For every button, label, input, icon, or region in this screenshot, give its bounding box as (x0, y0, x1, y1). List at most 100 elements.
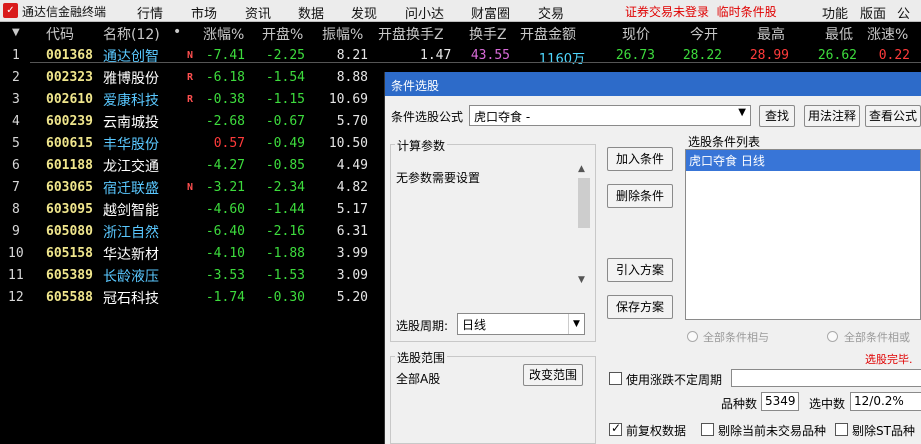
change-range-button[interactable]: 改变范围 (523, 364, 583, 386)
stock-name: 云南城投 (103, 115, 159, 131)
row-index: 7 (12, 180, 20, 195)
row-index: 8 (12, 202, 20, 217)
scroll-up-icon[interactable]: ▲ (578, 164, 585, 174)
status-condition[interactable]: 临时条件股 (717, 5, 777, 19)
delete-condition-button[interactable]: 删除条件 (607, 184, 673, 208)
change-pct: -4.60 (205, 202, 245, 217)
dialog-titlebar[interactable]: 条件选股 (385, 72, 921, 96)
col-open-amount[interactable]: 开盘金额 (520, 24, 576, 44)
open-turnover: 1.47 (420, 48, 452, 63)
menu-bar: ✓ 通达信金融终端 行情 市场 资讯 数据 发现 问小达 财富圈 交易 证券交易… (0, 0, 921, 41)
params-scrollbar[interactable]: ▲ ▼ (576, 162, 592, 287)
exclude-st-label[interactable]: 剔除ST品种 (852, 422, 915, 439)
row-index: 9 (12, 224, 20, 239)
fq-checkbox[interactable]: ✓ (609, 421, 622, 436)
menu-data[interactable]: 数据 (298, 3, 324, 22)
app-window: ✓ 通达信金融终端 行情 市场 资讯 数据 发现 问小达 财富圈 交易 证券交易… (0, 0, 921, 444)
low: 26.62 (817, 48, 857, 63)
uncertain-period-checkbox[interactable] (609, 372, 622, 385)
row-index: 4 (12, 114, 20, 129)
stock-code: 605080 (46, 224, 93, 239)
uncertain-period-label[interactable]: 使用涨跌不定周期 (626, 371, 722, 388)
scroll-down-icon[interactable]: ▼ (578, 275, 585, 285)
amplitude: 4.49 (336, 158, 368, 173)
amplitude: 8.21 (336, 48, 368, 63)
col-high[interactable]: 最高 (757, 24, 785, 44)
table-row[interactable]: 1 001368 通达创智 N -7.41 -2.25 8.21 1.47 43… (0, 45, 921, 67)
stock-code: 600615 (46, 136, 93, 151)
stock-name: 华达新材 (103, 247, 159, 263)
col-name[interactable]: 名称(12) (103, 24, 160, 44)
stock-code: 603065 (46, 180, 93, 195)
fq-label[interactable]: 前复权数据 (626, 422, 686, 439)
col-turnover[interactable]: 换手Z (469, 24, 507, 44)
stock-flag: R (187, 94, 194, 105)
change-pct: -3.53 (205, 268, 245, 283)
stock-name: 丰华股份 (103, 137, 159, 153)
menu-trade[interactable]: 交易 (538, 3, 564, 22)
condition-item[interactable]: 虎口夺食 日线 (686, 150, 920, 171)
change-pct: -1.74 (205, 290, 245, 305)
period-select[interactable]: 日线 ▼ (457, 313, 585, 335)
view-formula-button[interactable]: 查看公式 (865, 105, 921, 127)
open-pct: -0.85 (265, 158, 305, 173)
menu-layout[interactable]: 版面 (860, 3, 886, 22)
open-pct: -0.49 (265, 136, 305, 151)
col-code[interactable]: 代码 (46, 24, 74, 44)
stock-count-label: 品种数 (721, 397, 758, 411)
stock-code: 600239 (46, 114, 93, 129)
radio-and-label[interactable]: 全部条件相与 (703, 329, 769, 345)
stock-code: 001368 (46, 48, 93, 63)
change-pct: -7.41 (205, 48, 245, 63)
conditions-list[interactable]: 虎口夺食 日线 (685, 149, 921, 320)
col-price[interactable]: 现价 (622, 24, 650, 44)
stock-name: 宿迁联盛 (103, 181, 159, 197)
import-plan-button[interactable]: 引入方案 (607, 258, 673, 282)
sort-arrow-icon[interactable]: ▼ (12, 27, 20, 38)
chevron-down-icon[interactable]: ▼ (568, 314, 584, 334)
chevron-down-icon[interactable]: ▼ (738, 107, 746, 118)
row-index: 3 (12, 92, 20, 107)
menu-quotes[interactable]: 行情 (137, 3, 163, 22)
add-condition-button[interactable]: 加入条件 (607, 147, 673, 171)
save-plan-button[interactable]: 保存方案 (607, 295, 673, 319)
table-header: ▼ 代码 名称(12) • 涨幅% 开盘% 振幅% 开盘换手Z 换手Z 开盘金额… (0, 22, 921, 44)
formula-value: 虎口夺食 - (474, 110, 531, 124)
menu-discover[interactable]: 发现 (351, 3, 377, 22)
exclude-suspended-label[interactable]: 剔除当前未交易品种 (718, 422, 826, 439)
amplitude: 10.69 (328, 92, 368, 107)
exclude-suspended-checkbox[interactable] (701, 423, 714, 436)
stock-code: 603095 (46, 202, 93, 217)
scroll-thumb[interactable] (578, 178, 590, 228)
radio-or-label[interactable]: 全部条件相或 (844, 329, 910, 345)
formula-select[interactable]: 虎口夺食 - ▼ (469, 105, 751, 126)
radio-and[interactable] (687, 331, 698, 342)
change-pct: 0.57 (213, 136, 245, 151)
menu-ask[interactable]: 问小达 (405, 3, 444, 22)
col-speed[interactable]: 涨速% (867, 24, 908, 44)
stock-flag: N (187, 182, 194, 193)
stock-name: 长龄液压 (103, 269, 159, 285)
col-amplitude[interactable]: 振幅% (322, 24, 363, 44)
menu-function[interactable]: 功能 (822, 3, 848, 22)
col-change-pct[interactable]: 涨幅% (203, 24, 244, 44)
menu-wealth[interactable]: 财富圈 (471, 3, 510, 22)
row-index: 2 (12, 70, 20, 85)
stock-name: 浙江自然 (103, 225, 159, 241)
menu-news[interactable]: 资讯 (245, 3, 271, 22)
usage-button[interactable]: 用法注释 (804, 105, 860, 127)
col-today-open[interactable]: 今开 (690, 24, 718, 44)
status-warning[interactable]: 证券交易未登录 临时条件股 (625, 3, 777, 20)
menu-market[interactable]: 市场 (191, 3, 217, 22)
col-open-turnover[interactable]: 开盘换手Z (378, 24, 444, 44)
uncertain-period-input[interactable] (731, 369, 921, 387)
stock-name: 龙江交通 (103, 159, 159, 175)
row-index: 6 (12, 158, 20, 173)
col-open-pct[interactable]: 开盘% (262, 24, 303, 44)
exclude-st-checkbox[interactable] (835, 423, 848, 436)
radio-or[interactable] (827, 331, 838, 342)
today-open: 28.22 (682, 48, 722, 63)
find-button[interactable]: 查找 (759, 105, 795, 127)
col-low[interactable]: 最低 (825, 24, 853, 44)
stock-code: 002610 (46, 92, 93, 107)
